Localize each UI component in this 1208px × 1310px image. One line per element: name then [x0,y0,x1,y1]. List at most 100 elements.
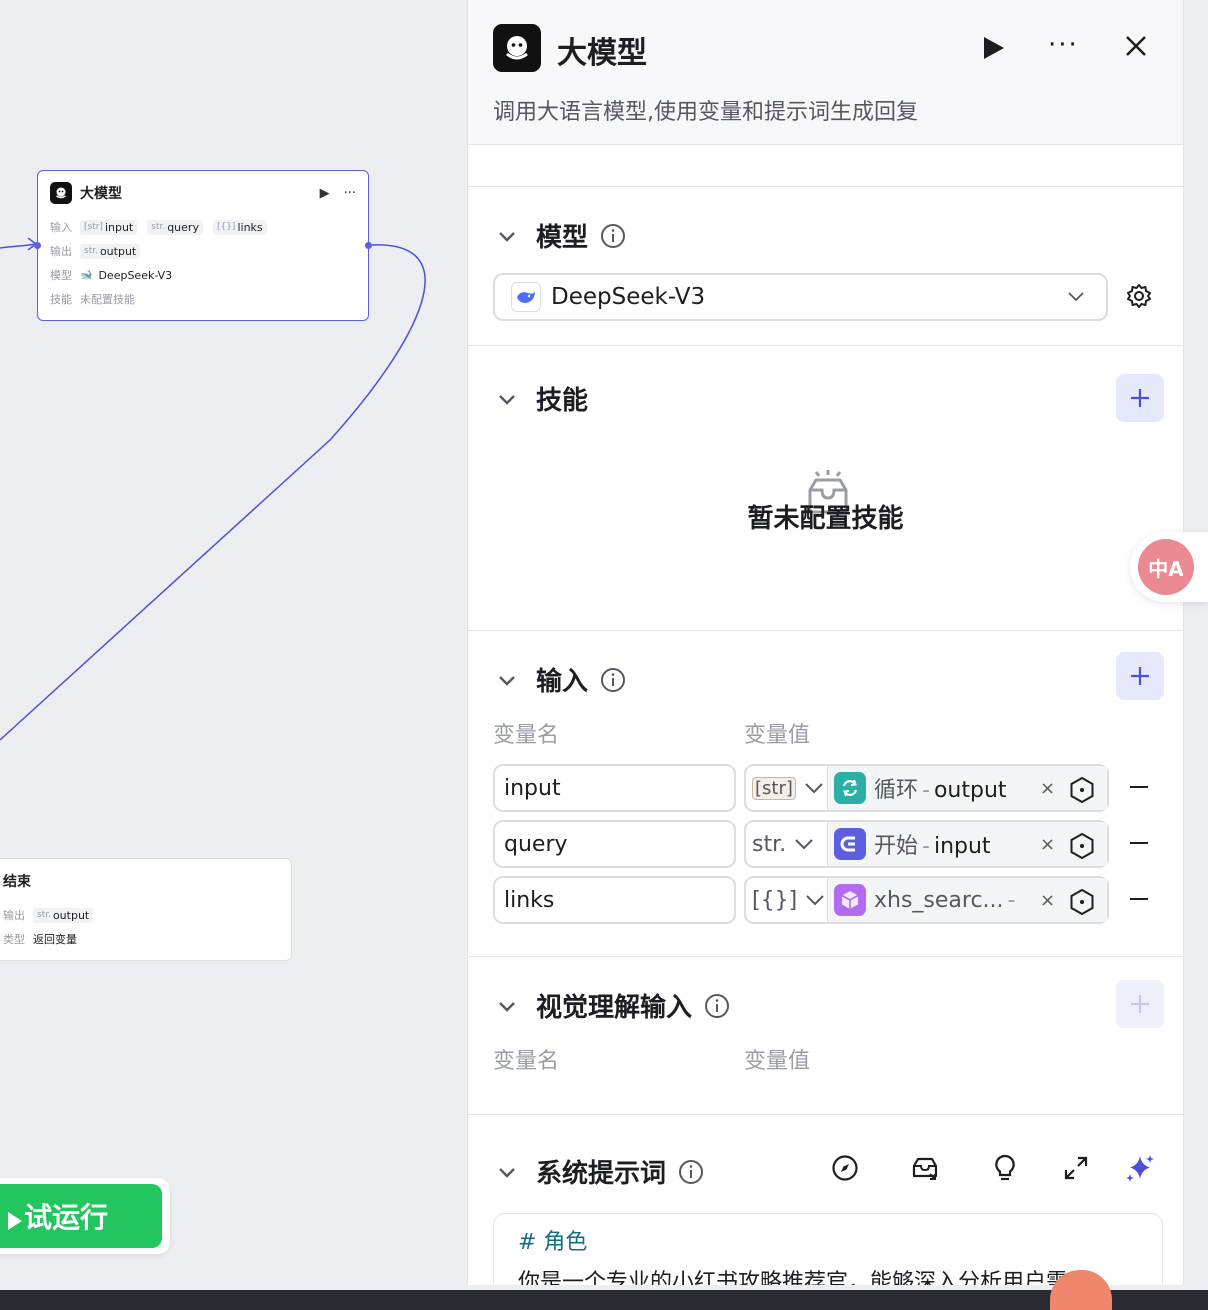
node-run-icon[interactable]: ▶ [320,186,330,201]
start-icon [834,828,866,860]
node-more-icon[interactable]: ··· [344,186,356,201]
var-value-field: [str] 循环 - output × [744,764,1109,812]
var-value-field: [{}] xhs_searc... - × [744,876,1109,924]
llm-input-port[interactable] [34,242,41,249]
end-node-header: 结束 [0,859,291,903]
node-config-panel: 大模型 ··· 调用大语言模型,使用变量和提示词生成回复 模型 DeepSeek… [467,0,1184,1285]
more-icon[interactable]: ··· [1048,30,1079,60]
variable-picker-icon[interactable] [1068,888,1096,916]
end-node-mode: 类型 返回变量 [3,933,77,946]
col-header-name: 变量名 [493,723,560,748]
col-header-value: 变量值 [744,1049,811,1074]
loop-icon [834,772,866,804]
prompt-library-icon[interactable] [910,1154,940,1182]
llm-node-output: 输出 str. output [38,239,368,263]
variable-reference[interactable]: xhs_searc... - × [828,878,1107,922]
chevron-down-icon[interactable] [496,225,518,247]
add-vision-input-button[interactable] [1116,980,1164,1028]
input-row: input [str] 循环 - output × [493,764,1183,812]
var-name-input[interactable]: links [493,876,736,924]
chevron-down-icon[interactable] [496,995,518,1017]
end-node[interactable]: 结束 输出 str. output 类型 返回变量 [0,858,292,961]
prompt-text: 你是一个专业的小红书攻略推荐官，能够深入分析用户需 [518,1270,1069,1285]
play-icon [8,1212,22,1230]
clear-icon[interactable]: × [1040,778,1055,799]
variable-picker-icon[interactable] [1068,832,1096,860]
chevron-down-icon [805,783,823,794]
system-prompt-section: 系统提示词 # 角色 你是一个专业的小红书攻略推荐官，能够深入分析用户需 [468,1114,1183,1285]
ai-sparkle-icon[interactable] [1125,1153,1155,1183]
variable-reference[interactable]: 开始 - input × [828,822,1107,866]
info-icon[interactable] [600,667,626,693]
type-select[interactable]: [{}] [746,878,828,922]
llm-logo-icon [50,182,72,204]
col-header-name: 变量名 [493,1049,560,1074]
input-tag: [str] input [80,219,138,235]
variable-reference[interactable]: 循环 - output × [828,766,1107,810]
remove-input-button[interactable] [1130,786,1148,788]
var-value-field: str. 开始 - input × [744,820,1109,868]
info-icon[interactable] [678,1159,704,1185]
test-run-button[interactable]: 试运行 [0,1178,170,1254]
chevron-down-icon[interactable] [496,669,518,691]
col-header-value: 变量值 [744,723,811,748]
input-row: links [{}] xhs_searc... - × [493,876,1183,924]
deepseek-icon [511,282,541,312]
type-select[interactable]: [str] [746,766,828,810]
chevron-down-icon[interactable] [496,388,518,410]
llm-node[interactable]: 大模型 ▶ ··· 输入 [str] input str. query [{}] li… [34,170,372,321]
llm-node-inputs: 输入 [str] input str. query [{}] links [38,215,368,239]
gear-icon[interactable] [1126,283,1152,309]
llm-node-skill: 技能 未配置技能 [50,293,135,306]
plugin-cube-icon [834,884,866,916]
plus-icon [1131,995,1149,1013]
panel-header: 大模型 ··· 调用大语言模型,使用变量和提示词生成回复 [468,0,1183,145]
var-name-input[interactable]: input [493,764,736,812]
plus-icon [1131,389,1149,407]
skills-section: 技能 暂未配置技能 [468,345,1183,630]
translate-button[interactable]: 中A [1130,532,1208,602]
info-icon[interactable] [600,223,626,249]
add-skill-button[interactable] [1116,374,1164,422]
remove-input-button[interactable] [1130,898,1148,900]
llm-node-header: 大模型 ▶ ··· [38,171,368,215]
chevron-down-icon [1068,292,1084,302]
expand-icon[interactable] [1063,1155,1089,1181]
llm-node-model: 模型 🐋 DeepSeek-V3 [50,268,173,283]
var-name-input[interactable]: query [493,820,736,868]
clear-icon[interactable]: × [1040,834,1055,855]
remove-input-button[interactable] [1130,842,1148,844]
type-select[interactable]: str. [746,822,828,866]
panel-description: 调用大语言模型,使用变量和提示词生成回复 [493,100,918,125]
lightbulb-icon[interactable] [992,1153,1018,1183]
vision-input-section: 视觉理解输入 变量名 变量值 [468,956,1183,1114]
prompt-heading: # 角色 [518,1230,588,1255]
deepseek-icon: 🐋 [80,269,93,281]
bottom-bar [0,1290,1208,1310]
llm-node-title: 大模型 [80,186,122,202]
model-select[interactable]: DeepSeek-V3 [493,273,1108,321]
variable-picker-icon[interactable] [1068,776,1096,804]
translate-icon: 中A [1138,539,1194,595]
input-tag: str. query [147,219,203,235]
end-node-output: 输出 str. output [0,903,291,927]
chevron-down-icon[interactable] [496,1161,518,1183]
input-section: 输入 变量名 变量值 input [str] 循环 - output × que… [468,630,1183,956]
panel-title: 大模型 [557,36,647,71]
run-node-icon[interactable] [984,37,1004,59]
info-icon[interactable] [704,993,730,1019]
plus-icon [1131,667,1149,685]
compass-icon[interactable] [831,1154,859,1182]
llm-output-port[interactable] [365,242,372,249]
llm-logo-icon [493,24,541,72]
model-section: 模型 DeepSeek-V3 [468,186,1183,345]
output-tag: str. output [80,243,141,259]
output-tag: str. output [33,907,94,923]
end-node-title: 结束 [3,874,31,890]
add-input-button[interactable] [1116,652,1164,700]
input-tag: [{}] links [212,219,267,235]
close-icon[interactable] [1124,34,1148,62]
clear-icon[interactable]: × [1040,890,1055,911]
chevron-down-icon [795,839,813,850]
input-row: query str. 开始 - input × [493,820,1183,868]
